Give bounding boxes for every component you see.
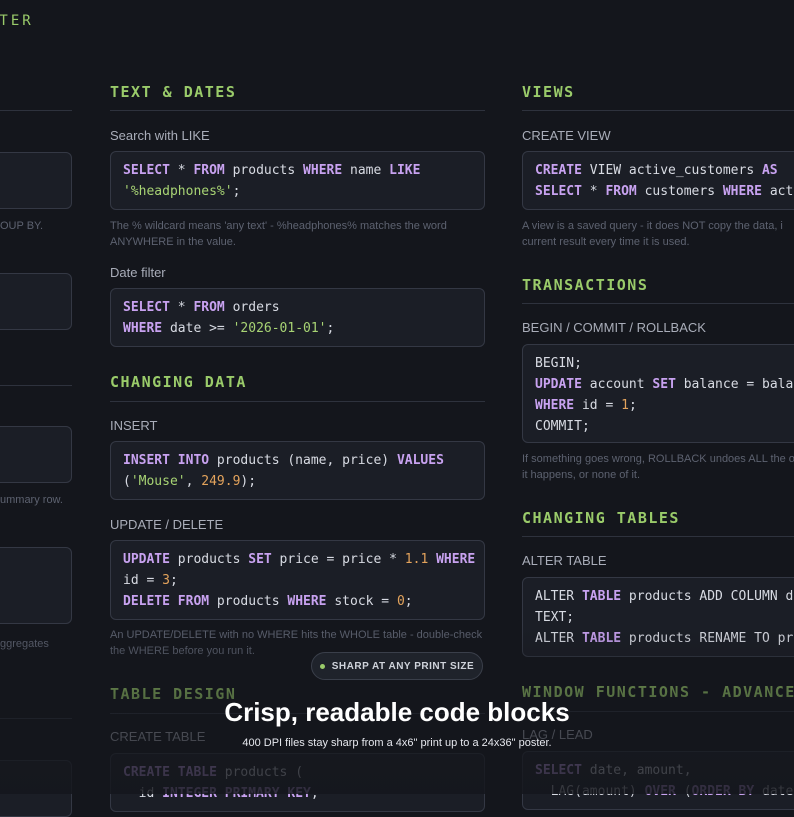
section-divider xyxy=(0,110,72,111)
code-block-window: SELECT date, amount, LAG(amount) OVER (O… xyxy=(522,751,794,810)
subsection-label: INSERT xyxy=(110,418,158,433)
code-block xyxy=(0,152,72,209)
subsection-label: Search with LIKE xyxy=(110,128,210,143)
code-block xyxy=(0,547,72,624)
subsection-label: ALTER TABLE xyxy=(522,553,607,568)
promo-subline: 400 DPI files stay sharp from a 4x6" pri… xyxy=(242,737,552,749)
section-heading-transactions: TRANSACTIONS xyxy=(522,276,649,294)
section-divider xyxy=(0,385,72,386)
subsection-label: UPDATE / DELETE xyxy=(110,517,224,532)
left-note-3: ggregates xyxy=(0,638,49,650)
code-block-view: CREATE VIEW active_customers AS SELECT *… xyxy=(522,151,794,210)
code-block-create-table: CREATE TABLE products ( id INTEGER PRIMA… xyxy=(110,753,485,812)
status-dot-icon xyxy=(319,663,325,669)
code-block-update: UPDATE products SET price = price * 1.1 … xyxy=(110,540,485,620)
section-divider xyxy=(110,401,485,402)
badge-label: SHARP AT ANY PRINT SIZE xyxy=(331,660,475,672)
code-block xyxy=(0,426,72,483)
code-note: A view is a saved query - it does NOT co… xyxy=(522,220,783,248)
subsection-label: Date filter xyxy=(110,265,166,280)
code-block-alter: ALTER TABLE products ADD COLUMN de TEXT;… xyxy=(522,577,794,657)
section-heading-changing-tables: CHANGING TABLES xyxy=(522,509,680,527)
code-block xyxy=(0,273,72,330)
section-divider xyxy=(110,110,485,111)
section-divider xyxy=(522,303,794,304)
promo-headline: Crisp, readable code blocks xyxy=(224,697,570,727)
poster-title: STER xyxy=(0,13,34,29)
section-heading-text-dates: TEXT & DATES xyxy=(110,83,237,101)
code-note: The % wildcard means 'any text' - %headp… xyxy=(110,220,447,248)
code-block-like: SELECT * FROM products WHERE name LIKE '… xyxy=(110,151,485,210)
section-heading-changing-data: CHANGING DATA xyxy=(110,373,247,391)
code-block-transaction: BEGIN; UPDATE account SET balance = bala… xyxy=(522,344,794,443)
section-heading-views: VIEWS xyxy=(522,83,575,101)
left-note-1: OUP BY. xyxy=(0,220,44,232)
subsection-label: BEGIN / COMMIT / ROLLBACK xyxy=(522,320,706,335)
code-note: If something goes wrong, ROLLBACK undoes… xyxy=(522,453,794,481)
print-size-badge: SHARP AT ANY PRINT SIZE xyxy=(311,652,483,680)
code-block-date: SELECT * FROM orders WHERE date >= '2026… xyxy=(110,288,485,347)
subsection-label: CREATE VIEW xyxy=(522,128,611,143)
section-divider xyxy=(522,536,794,537)
code-block xyxy=(0,760,72,817)
section-divider xyxy=(522,110,794,111)
left-note-2: ummary row. xyxy=(0,494,63,506)
code-block-insert: INSERT INTO products (name, price) VALUE… xyxy=(110,441,485,500)
